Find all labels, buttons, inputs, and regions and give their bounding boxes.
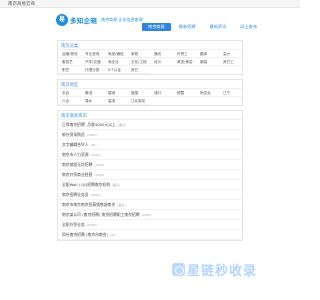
district-link[interactable]: 秦淮 (81, 89, 104, 97)
industry-link[interactable]: 美发/美容 (173, 58, 196, 66)
list-item[interactable]: 南京市南京南京招募销售部南京 (面议) (58, 200, 242, 210)
district-title: 南京地区 (61, 83, 79, 88)
list-item-salary: (6k) (90, 143, 97, 147)
industry-title: 南京分类 (61, 44, 79, 49)
list-item-salary: (面议) (112, 183, 121, 187)
watermark-icon (172, 263, 185, 276)
main-nav: 南京商易 最新招聘 最新资讯 网上查询 (142, 23, 265, 31)
industry-link[interactable]: 商业化 (104, 58, 127, 66)
company-title: 南京商易资讯 (61, 114, 87, 119)
list-item-salary: (5000) (86, 223, 97, 227)
list-item-salary: (4000) (90, 193, 101, 197)
industry-link[interactable]: 外贸工 (173, 50, 196, 58)
district-link[interactable]: 鼓楼 (127, 89, 150, 97)
company-section: 南京商易资讯 正得南京招聘 ,月收4000元以上 (面议) 新外贸采购员 (5000)… (57, 110, 243, 241)
list-item-salary: (4k) (109, 233, 116, 237)
industry-link[interactable]: 通讯 (150, 50, 173, 58)
district-grid: 玄武 秦淮 建邺 鼓楼 浦口 栖霞 雨花台 江宁六合 溧水 高淳 江北新区 (58, 88, 242, 105)
district-link[interactable]: 玄武 (58, 89, 81, 97)
industry-link[interactable]: 汽车/交通 (81, 58, 104, 66)
list-item-salary: (面议) (117, 123, 127, 127)
list-item[interactable]: 南京市人力资源 (4000) (58, 150, 242, 160)
list-item-salary: (4000) (90, 153, 101, 157)
logo-text: 多知企晓 (70, 16, 98, 25)
list-item[interactable]: 文字编辑合伙人 (6k) (58, 140, 242, 150)
list-item[interactable]: 南京某公司 (南京招聘) 南京招聘职工南京招聘 (4500) (58, 210, 242, 220)
list-item-title: 新外贸采购员 (62, 132, 85, 137)
list-item-salary: (面议) (117, 203, 126, 207)
industry-section: 南京分类 运输/物流 专业咨询 电信/通信 家政 通讯 外贸工 翻译 会计服务员 汽车/交通 商业… (57, 40, 243, 75)
watermark: 星链秒收录 (172, 260, 257, 279)
industry-link[interactable]: 会计 (219, 50, 242, 58)
industry-link[interactable]: 运输/物流 (58, 50, 81, 58)
industry-grid: 运输/物流 专业咨询 电信/通信 家政 通讯 外贸工 翻译 会计服务员 汽车/交通 商业化 文化/工… (58, 49, 242, 74)
site-header: 易 多知企晓 南京商易 企业信息查询 南京商易 最新招聘 最新资讯 网上查询 (0, 8, 300, 32)
list-item[interactable]: 南京前程无忧招聘 (4000) (58, 160, 242, 170)
watermark-text: 星链秒收录 (187, 264, 258, 279)
district-link[interactable]: 溧水 (81, 97, 104, 105)
list-item-title: 南京外贸商业经营 (62, 172, 93, 177)
list-item[interactable]: 同外南京招聘 (南京市南京) (4k) (58, 230, 242, 240)
industry-link[interactable]: 家政 (127, 50, 150, 58)
industry-link[interactable]: 其它 (127, 66, 150, 74)
list-item[interactable]: 全职Wall / QQ招聘南京机构 (面议) (58, 180, 242, 190)
industry-link[interactable]: ICT认证 (104, 66, 127, 74)
main-content: 南京分类 运输/物流 专业咨询 电信/通信 家政 通讯 外贸工 翻译 会计服务员 汽车/交通 商业… (57, 40, 243, 245)
list-item-title: 全职外贸业务 (62, 222, 85, 227)
industry-link[interactable]: 职员 (58, 66, 81, 74)
industry-link[interactable]: 翻译 (196, 50, 219, 58)
industry-link[interactable]: 其它工 (219, 58, 242, 66)
industry-link[interactable]: 设计 (150, 58, 173, 66)
district-link[interactable]: 建邺 (104, 89, 127, 97)
list-item-title: 同外南京招聘 (南京市南京) (62, 232, 108, 237)
list-item-title: 南京市南京南京招募销售部南京 (62, 202, 116, 207)
top-bar-text: 南京商易云商 (8, 2, 35, 7)
list-item-title: 正得南京招聘 ,月收4000元以上 (62, 122, 116, 127)
nav-item-news[interactable]: 最新资讯 (204, 23, 233, 31)
nav-item-jobs[interactable]: 最新招聘 (173, 23, 202, 31)
logo-icon: 易 (56, 13, 68, 26)
district-link[interactable]: 浦口 (150, 89, 173, 97)
list-item-title: 文字编辑合伙人 (62, 142, 89, 147)
list-item-salary: (4500) (141, 213, 152, 217)
list-item[interactable]: 南京外贸商业经营 (5000) (58, 170, 242, 180)
list-item[interactable]: 正得南京招聘 ,月收4000元以上 (面议) (58, 120, 242, 130)
district-link[interactable]: 高淳 (104, 97, 127, 105)
list-item-salary: (5000) (86, 133, 97, 137)
company-list: 正得南京招聘 ,月收4000元以上 (面议) 新外贸采购员 (5000) 文字编辑合伙人… (58, 119, 242, 240)
list-item-title: 南京前程无忧招聘 (62, 162, 93, 167)
nav-item-query[interactable]: 网上查询 (234, 23, 263, 31)
industry-link[interactable]: 专业咨询 (81, 50, 104, 58)
industry-link[interactable]: 代理分类 (81, 66, 104, 74)
top-bar: 南京商易云商 (0, 0, 300, 8)
industry-link[interactable]: 服务员 (58, 58, 81, 66)
list-item[interactable]: 新外贸采购员 (5000) (58, 130, 242, 140)
list-item[interactable]: 南京招聘业务员 (4000) (58, 190, 242, 200)
industry-link[interactable]: 服装 (196, 58, 219, 66)
list-item-title: 全职Wall / QQ招聘南京机构 (62, 182, 110, 187)
district-link[interactable]: 雨花台 (196, 89, 219, 97)
district-link[interactable]: 栖霞 (173, 89, 196, 97)
district-link[interactable]: 江北新区 (127, 97, 150, 105)
list-item-salary: (4000) (94, 163, 105, 167)
list-item-title: 南京招聘业务员 (62, 192, 89, 197)
industry-link[interactable]: 电信/通信 (104, 50, 127, 58)
district-link[interactable]: 六合 (58, 97, 81, 105)
district-link[interactable]: 江宁 (219, 89, 242, 97)
list-item-title: 南京某公司 (南京招聘) 南京招聘职工南京招聘 (62, 212, 140, 217)
list-item[interactable]: 全职外贸业务 (5000) (58, 220, 242, 230)
site-logo[interactable]: 易 多知企晓 南京商易 企业信息查询 (56, 11, 142, 28)
list-item-salary: (5000) (94, 173, 105, 177)
list-item-title: 南京市人力资源 (62, 152, 89, 157)
nav-item-home[interactable]: 南京商易 (142, 23, 171, 31)
logo-subtitle: 南京商易 企业信息查询 (101, 16, 143, 22)
district-section: 南京地区 玄武 秦淮 建邺 鼓楼 浦口 栖霞 雨花台 江宁六合 溧水 高淳 江北新区 (57, 79, 243, 106)
industry-link[interactable]: 文化/工程 (127, 58, 150, 66)
